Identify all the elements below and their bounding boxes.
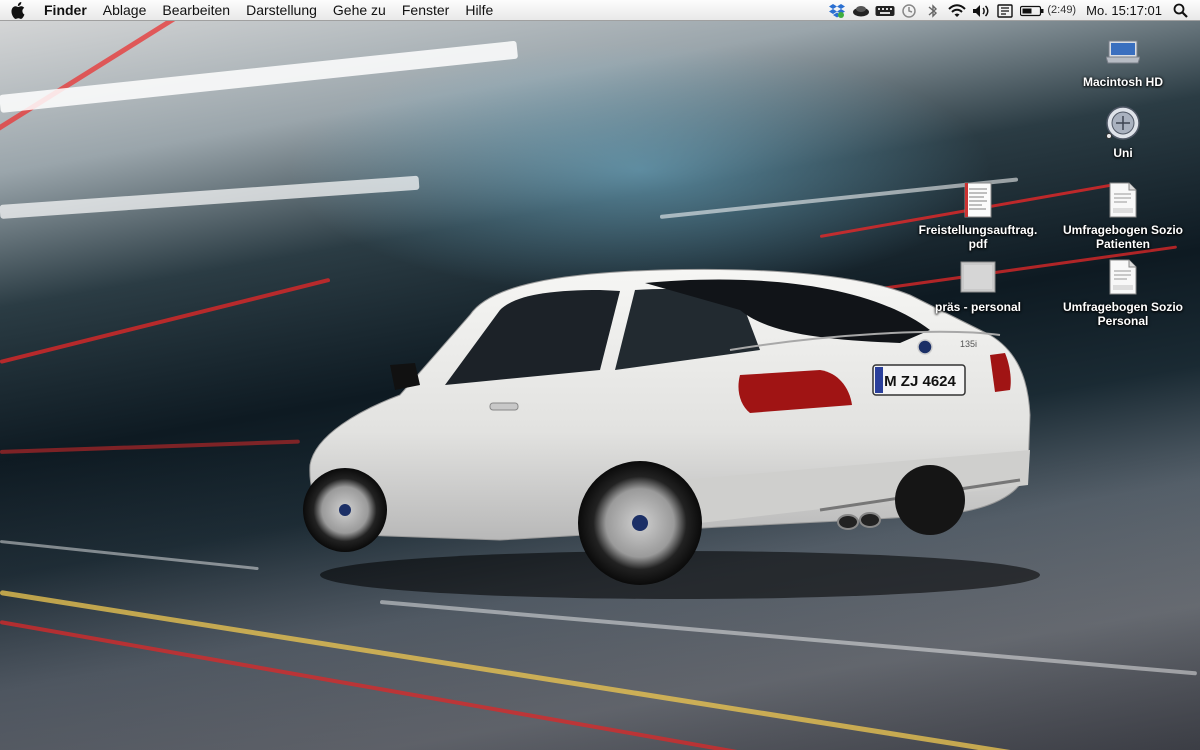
menu-darstellung[interactable]: Darstellung bbox=[238, 0, 325, 21]
menu-finder[interactable]: Finder bbox=[34, 0, 95, 21]
pdf-document-icon bbox=[958, 180, 998, 220]
wallpaper-streak bbox=[0, 277, 331, 364]
hard-drive-icon bbox=[1103, 32, 1143, 72]
desktop-icon-praes-personal[interactable]: präs - personal bbox=[913, 257, 1043, 314]
desktop-icon-macintosh-hd[interactable]: Macintosh HD bbox=[1058, 32, 1188, 89]
desktop-icon-label: Umfragebogen Sozio Patienten bbox=[1062, 223, 1183, 251]
time-machine-icon[interactable] bbox=[899, 0, 919, 21]
menubar: Finder Ablage Bearbeiten Darstellung Geh… bbox=[0, 0, 1200, 21]
menubar-status-area: (2:49) Mo. 15:17:01 bbox=[825, 0, 1200, 21]
pages-document-icon bbox=[1103, 180, 1143, 220]
desktop-icon-label: Macintosh HD bbox=[1082, 75, 1163, 89]
license-plate-text: M ZJ 4624 bbox=[884, 373, 956, 390]
desktop-icon-umfragebogen-patienten[interactable]: Umfragebogen Sozio Patienten bbox=[1058, 180, 1188, 251]
wallpaper-streak bbox=[0, 540, 259, 571]
input-menu-icon[interactable] bbox=[995, 0, 1015, 21]
menu-gehe-zu[interactable]: Gehe zu bbox=[325, 0, 394, 21]
menu-hilfe[interactable]: Hilfe bbox=[457, 0, 501, 21]
pages-document-icon bbox=[1103, 257, 1143, 297]
desktop-icon-label: Uni bbox=[1113, 146, 1133, 160]
wallpaper-streak bbox=[379, 600, 1198, 676]
menu-bearbeiten[interactable]: Bearbeiten bbox=[154, 0, 238, 21]
battery-icon[interactable] bbox=[1019, 0, 1045, 21]
menu-ablage[interactable]: Ablage bbox=[95, 0, 155, 21]
wallpaper-streak bbox=[0, 439, 300, 454]
keyboard-icon[interactable] bbox=[875, 0, 895, 21]
desktop-icon-uni[interactable]: Uni bbox=[1058, 103, 1188, 160]
desktop-icon-label: Umfragebogen Sozio Personal bbox=[1062, 300, 1183, 328]
desktop-icon-umfragebogen-personal[interactable]: Umfragebogen Sozio Personal bbox=[1058, 257, 1188, 328]
menubar-clock[interactable]: Mo. 15:17:01 bbox=[1080, 0, 1168, 21]
dropbox-icon[interactable] bbox=[827, 0, 847, 21]
desktop-icon-label: Freistellungsauftrag. pdf bbox=[918, 223, 1038, 251]
apple-menu-icon[interactable] bbox=[0, 0, 34, 21]
desktop-icon-freistellungsauftrag[interactable]: Freistellungsauftrag. pdf bbox=[913, 180, 1043, 251]
volume-icon[interactable] bbox=[971, 0, 991, 21]
menu-fenster[interactable]: Fenster bbox=[394, 0, 457, 21]
bluetooth-icon[interactable] bbox=[923, 0, 943, 21]
keynote-document-icon bbox=[958, 257, 998, 297]
wifi-icon[interactable] bbox=[947, 0, 967, 21]
wallpaper-streak bbox=[0, 175, 420, 219]
desktop-icon-label: präs - personal bbox=[934, 300, 1022, 314]
desktop[interactable]: M ZJ 4624 135i Finder Ablage Bearbeiten … bbox=[0, 0, 1200, 750]
spotlight-search-icon[interactable] bbox=[1170, 0, 1190, 21]
model-badge: 135i bbox=[960, 339, 977, 349]
wallpaper-streak bbox=[0, 620, 887, 750]
battery-time: (2:49) bbox=[1047, 4, 1077, 16]
growl-icon[interactable] bbox=[851, 0, 871, 21]
folder-seal-icon bbox=[1103, 103, 1143, 143]
